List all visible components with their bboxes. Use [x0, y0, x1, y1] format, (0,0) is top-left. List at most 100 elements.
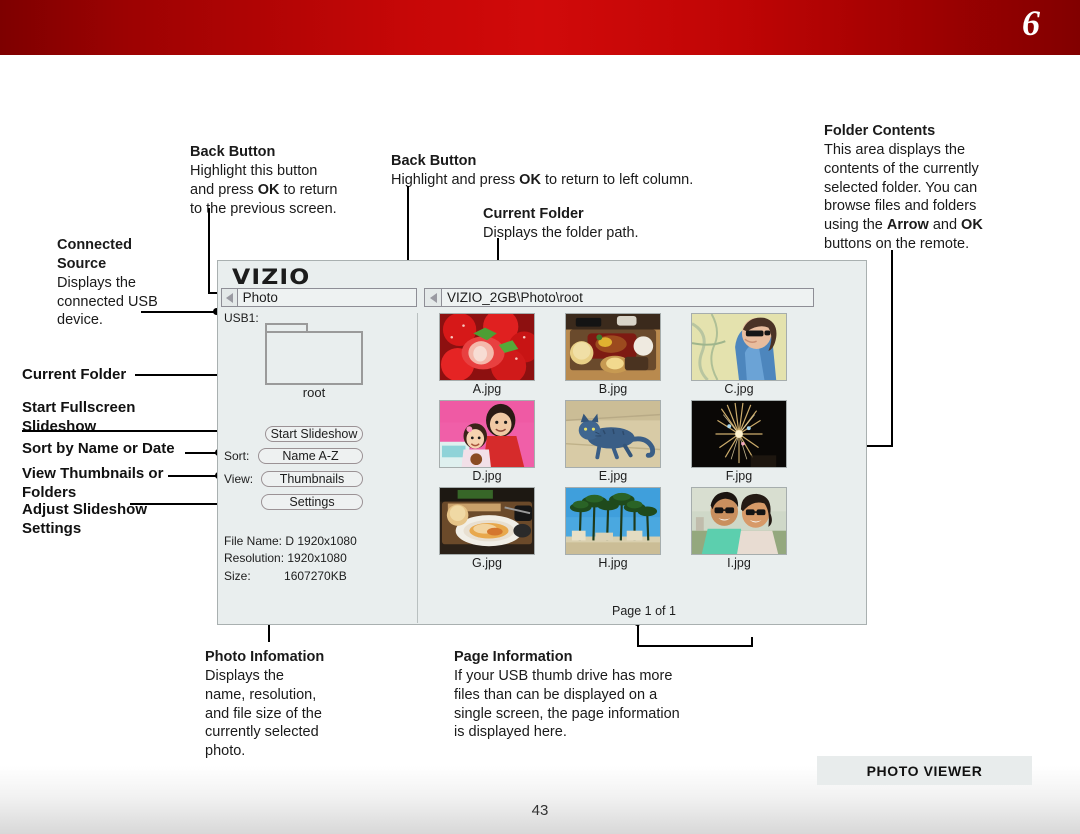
current-folder-path-bar[interactable]: VIZIO_2GB\Photo\root [424, 288, 814, 307]
label-text: Current Folder [22, 366, 127, 383]
annotation-line-1: Displays the [57, 274, 136, 291]
thumbnail-row: G.jpg H.jpg I.jpg [424, 487, 864, 574]
thumbnail-row: D.jpg E.jpg F.jpg [424, 400, 864, 487]
annotation-title: Back Button [391, 153, 477, 169]
label-text-line-2: Settings [22, 519, 82, 537]
sort-value-button[interactable]: Name A-Z [258, 448, 363, 464]
annotation-title: Current Folder [483, 206, 584, 222]
thumbnail-item[interactable]: B.jpg [550, 313, 676, 396]
thumbnail-image-blue-cat[interactable] [565, 400, 661, 468]
thumbnail-item[interactable]: A.jpg [424, 313, 550, 396]
annotation-line-5a: using the [824, 217, 887, 234]
current-folder-path: VIZIO_2GB\Photo\root [447, 290, 583, 305]
leader-sort [185, 452, 218, 454]
folder-icon[interactable] [265, 323, 363, 385]
annotation-folder-contents: Folder Contents This area displays the c… [824, 122, 1034, 254]
leader-page-information-h [637, 645, 753, 647]
annotation-line-2: contents of the currently [824, 160, 979, 177]
photo-information-panel: File Name: D 1920x1080 Resolution: 1920x… [224, 533, 357, 585]
thumbnail-item[interactable]: H.jpg [550, 487, 676, 570]
thumbnail-image-palm-trees-sky[interactable] [565, 487, 661, 555]
annotation-title: Page Information [454, 649, 573, 665]
annotation-line-3: selected folder. You can [824, 179, 978, 196]
view-label: View: [224, 472, 254, 486]
thumbnail-item[interactable]: I.jpg [676, 487, 802, 570]
thumbnail-item[interactable]: D.jpg [424, 400, 550, 483]
annotation-line-5: photo. [205, 743, 246, 760]
breadcrumb-photo-label: Photo [242, 290, 278, 305]
annotation-line-4: is displayed here. [454, 724, 567, 741]
annotation-key-ok: OK [257, 181, 280, 198]
label-text: Sort by Name or Date [22, 440, 175, 457]
view-value-button[interactable]: Thumbnails [261, 471, 363, 487]
leader-folder-contents-v [891, 250, 893, 446]
annotation-key-ok: OK [519, 171, 541, 188]
thumbnail-image-fireworks-dark[interactable] [691, 400, 787, 468]
chapter-banner: 6 [0, 0, 1080, 55]
annotation-key-arrow: Arrow [886, 217, 929, 234]
thumbnail-caption: F.jpg [725, 469, 753, 483]
page-information-text: Page 1 of 1 [612, 604, 676, 618]
thumbnail-image-food-tray[interactable] [565, 313, 661, 381]
annotation-key-ok: OK [961, 217, 983, 234]
annotation-photo-information: Photo Infomation Displays the name, reso… [205, 648, 375, 761]
annotation-line-4: browse files and folders [824, 198, 977, 215]
thumbnail-item[interactable]: E.jpg [550, 400, 676, 483]
annotation-line-5c: and [928, 217, 962, 234]
annotation-line-3: single screen, the page information [454, 705, 680, 722]
annotation-line-3: device. [57, 312, 103, 329]
thumbnail-item[interactable]: C.jpg [676, 313, 802, 396]
annotation-back-button-mid: Back Button Highlight and press OK to re… [391, 152, 771, 190]
thumbnail-image-pasta-plate[interactable] [439, 487, 535, 555]
annotation-line-2a: and press [190, 181, 258, 198]
label-sort-by-name-or-date: Sort by Name or Date [22, 440, 175, 459]
resolution-text: Resolution: 1920x1080 [224, 551, 347, 566]
settings-button[interactable]: Settings [261, 494, 363, 510]
thumbnail-caption: D.jpg [472, 469, 502, 483]
thumbnail-caption: H.jpg [598, 556, 628, 570]
label-text-line-1: Start Fullscreen [22, 399, 136, 416]
annotation-line-2c: to return [279, 181, 338, 198]
thumbnail-image-children-pink[interactable] [439, 400, 535, 468]
annotation-body-c: to return to left column. [540, 171, 694, 188]
thumbnail-item[interactable]: G.jpg [424, 487, 550, 570]
leader-connected-source [141, 311, 216, 313]
start-slideshow-button[interactable]: Start Slideshow [265, 426, 363, 442]
annotation-title-line-1: Connected [57, 237, 132, 253]
label-text-line-2: Slideshow [22, 417, 97, 435]
navigation-bar: Photo VIZIO_2GB\Photo\root [221, 288, 865, 307]
thumbnail-caption: B.jpg [598, 382, 628, 396]
back-arrow-icon-left[interactable] [222, 289, 238, 306]
annotation-body-a: Highlight and press [391, 171, 520, 188]
thumbnail-caption: C.jpg [724, 382, 754, 396]
connected-source-label: USB1: [224, 311, 259, 325]
annotation-line-1: This area displays the [824, 141, 966, 158]
column-divider [417, 313, 418, 623]
annotation-line-2: name, resolution, [205, 686, 317, 703]
photo-viewer-screen: VIZIO Photo VIZIO_2GB\Photo\root USB1: r… [217, 260, 867, 625]
annotation-line-3: and file size of the [205, 705, 322, 722]
annotation-title: Photo Infomation [205, 649, 325, 665]
thumbnail-caption: E.jpg [598, 469, 628, 483]
thumbnail-image-couple-selfie[interactable] [691, 487, 787, 555]
thumbnail-item[interactable]: F.jpg [676, 400, 802, 483]
chapter-number: 6 [1022, 3, 1040, 43]
label-adjust-slideshow-settings: Adjust Slideshow Settings [22, 501, 147, 539]
back-arrow-icon-right[interactable] [425, 289, 442, 306]
thumbnail-image-strawberries[interactable] [439, 313, 535, 381]
page-number: 43 [531, 802, 549, 819]
annotation-title-line-2: Source [57, 255, 107, 272]
file-name-text: File Name: D 1920x1080 [224, 534, 357, 548]
thumbnail-caption: G.jpg [472, 556, 502, 570]
breadcrumb-photo[interactable]: Photo [221, 288, 417, 307]
sort-label: Sort: [224, 449, 250, 463]
annotation-line-2: files than can be displayed on a [454, 686, 658, 703]
vizio-logo: VIZIO [232, 265, 311, 289]
folder-icon-label: root [302, 385, 326, 400]
section-badge: PHOTO VIEWER [817, 756, 1032, 785]
annotation-body: Displays the folder path. [483, 224, 639, 241]
annotation-line-4: currently selected [205, 724, 319, 741]
manual-page: 6 Back Button Highlight this button and … [0, 0, 1080, 834]
annotation-title: Folder Contents [824, 123, 936, 139]
thumbnail-image-woman-sunglasses-map[interactable] [691, 313, 787, 381]
